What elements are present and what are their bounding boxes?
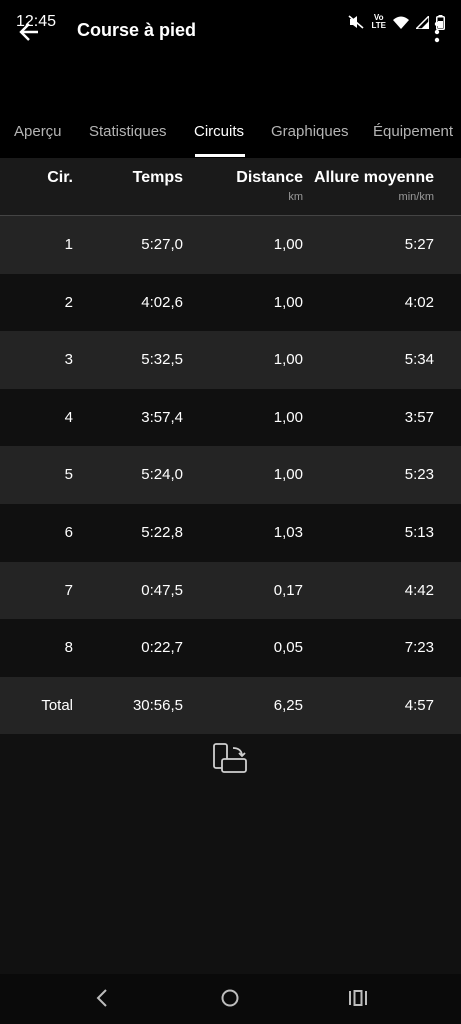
page-title: Course à pied (77, 20, 197, 40)
lap-number: 5 (64, 466, 73, 484)
lap-distance: 1,00 (273, 293, 303, 311)
signal-icon (416, 15, 429, 29)
lap-number: 6 (64, 523, 73, 541)
lap-pace: 5:27 (404, 236, 434, 253)
total-distance: 6,25 (273, 696, 303, 714)
lap-time: 5:22,8 (141, 523, 183, 541)
lap-number: 8 (64, 639, 73, 657)
back-button[interactable] (16, 20, 44, 44)
app-bar (0, 44, 461, 108)
tab-statistiques[interactable]: Statistiques (89, 123, 167, 140)
total-label: Total (41, 696, 73, 714)
lap-pace: 4:02 (404, 293, 434, 311)
table-row: 1 5:27,0 1,00 5:27 (0, 216, 461, 274)
tab-graphiques[interactable]: Graphiques (271, 123, 349, 140)
lap-number: 1 (64, 236, 73, 253)
table-row: 5 5:24,0 1,00 5:23 (0, 446, 461, 504)
lap-distance: 0,05 (273, 639, 303, 657)
nav-recents-button[interactable] (348, 989, 368, 1007)
tab-circuits[interactable]: Circuits (194, 123, 244, 140)
nav-back-button[interactable] (94, 988, 110, 1008)
tab-apercu[interactable]: Aperçu (14, 123, 62, 140)
lap-time: 0:47,5 (141, 581, 183, 599)
table-header: Cir. Temps Distance km Allure moyenne mi… (0, 158, 461, 216)
lap-distance: 1,03 (273, 523, 303, 541)
tab-equipement[interactable]: Équipement (373, 123, 453, 140)
total-row: Total 30:56,5 6,25 4:57 (0, 676, 461, 735)
wifi-icon (393, 16, 409, 29)
lap-distance: 0,17 (273, 581, 303, 599)
lap-time: 5:27,0 (141, 236, 183, 253)
screen-rotation-icon (213, 743, 247, 773)
lap-number: 4 (64, 408, 73, 426)
volte-indicator: Vo LTE (371, 13, 386, 30)
home-circle-icon (221, 989, 239, 1007)
header-lap: Cir. (47, 169, 73, 186)
laps-table: Cir. Temps Distance km Allure moyenne mi… (0, 158, 461, 735)
lap-time: 0:22,7 (141, 639, 183, 657)
overflow-menu-button[interactable] (430, 20, 444, 44)
table-row: 2 4:02,6 1,00 4:02 (0, 273, 461, 332)
arrow-left-icon (19, 23, 38, 41)
lap-pace: 7:23 (404, 639, 434, 657)
lap-pace: 5:34 (404, 351, 434, 369)
lap-pace: 5:23 (404, 466, 434, 484)
lap-time: 3:57,4 (141, 408, 183, 426)
lap-time: 5:24,0 (141, 466, 183, 484)
vibrate-off-icon (348, 15, 365, 29)
lap-time: 4:02,6 (141, 293, 183, 311)
lap-number: 7 (64, 581, 73, 599)
lap-number: 3 (64, 351, 73, 369)
table-row: 4 3:57,4 1,00 3:57 (0, 388, 461, 447)
header-distance: Distance (236, 169, 303, 186)
active-tab-indicator (195, 154, 245, 157)
header-time: Temps (132, 169, 183, 186)
lap-pace: 3:57 (404, 408, 434, 426)
rotate-screen-button[interactable] (212, 742, 250, 776)
lap-distance: 1,00 (273, 351, 303, 369)
lap-distance: 1,00 (273, 408, 303, 426)
table-row: 8 0:22,7 0,05 7:23 (0, 619, 461, 677)
table-row: 7 0:47,5 0,17 4:42 (0, 561, 461, 620)
nav-home-button[interactable] (220, 988, 240, 1008)
chevron-left-icon (96, 989, 107, 1007)
lap-number: 2 (64, 293, 73, 311)
table-row: 3 5:32,5 1,00 5:34 (0, 331, 461, 389)
total-time: 30:56,5 (132, 696, 183, 714)
header-pace-unit: min/km (398, 191, 434, 203)
lap-pace: 5:13 (404, 523, 434, 541)
header-distance-unit: km (288, 191, 303, 203)
table-row: 6 5:22,8 1,03 5:13 (0, 503, 461, 562)
recents-icon (349, 990, 367, 1006)
more-vert-icon (434, 21, 440, 43)
lap-time: 5:32,5 (141, 351, 183, 369)
header-pace: Allure moyenne (313, 169, 434, 186)
lap-distance: 1,00 (273, 466, 303, 484)
status-bar: 12:45 Vo LTE (0, 0, 461, 44)
lap-pace: 4:42 (404, 581, 434, 599)
total-pace: 4:57 (404, 696, 434, 714)
tab-bar: Aperçu Statistiques Circuits Graphiques … (0, 108, 461, 158)
lap-distance: 1,00 (273, 236, 303, 253)
